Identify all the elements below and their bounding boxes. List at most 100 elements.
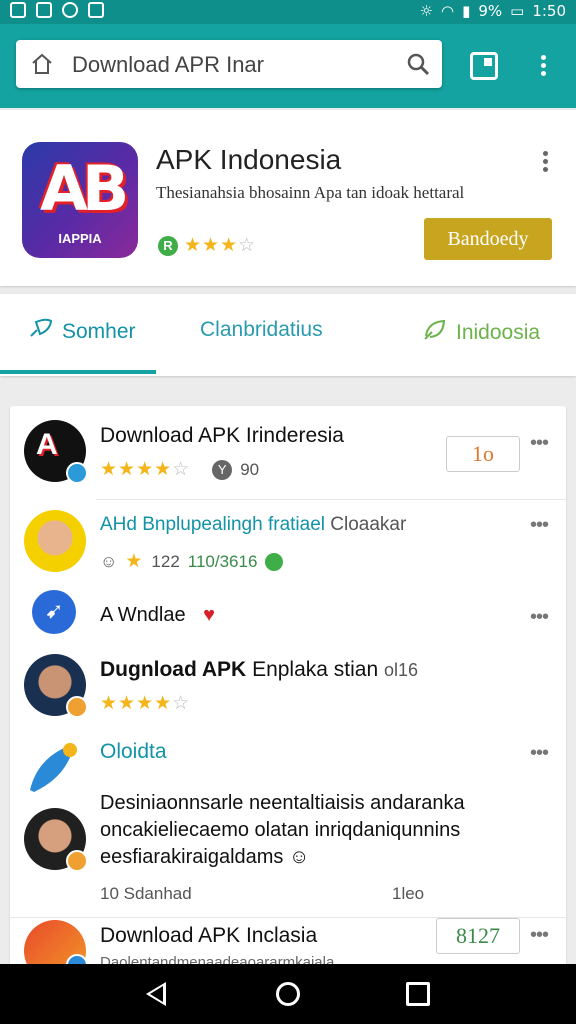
list-item[interactable]: ➹ A Wndlae ♥ •••: [10, 590, 566, 642]
item-title: A Wndlae ♥: [100, 604, 215, 627]
app-rating-stars: ★★★☆: [184, 235, 257, 256]
app-title: APK Indonesia: [156, 144, 342, 175]
item-menu-icon[interactable]: •••: [530, 514, 549, 537]
app-rating: R ★★★☆: [158, 234, 256, 257]
item-text-line: eesfiarakiraigaldams ☺: [100, 844, 465, 871]
list-item[interactable]: AHd Bnplupealingh fratiael Cloaakar ☺ ★ …: [10, 500, 566, 590]
rocket-icon: [28, 318, 54, 346]
item-title: Dugnload APK Enplaka stian ol16: [100, 658, 418, 682]
list-item[interactable]: Dugnload APK Enplaka stian ol16 ★★★★☆: [10, 642, 566, 732]
battery-percent: 9%: [478, 2, 503, 20]
tabs-switcher-icon[interactable]: [470, 52, 498, 80]
item-rating-value: 122: [151, 551, 180, 571]
item-action-button[interactable]: 8127: [436, 918, 520, 954]
category-tabs: Somher Clanbridatius Inidoosia: [0, 294, 576, 376]
rating-badge: R: [158, 235, 178, 256]
search-box[interactable]: [16, 40, 442, 88]
avatar: ➹: [32, 590, 76, 634]
app-header-card: AB IAPPIA APK Indonesia Thesianahsia bho…: [0, 110, 576, 286]
alarm-icon: ☼: [419, 2, 433, 20]
home-button-icon[interactable]: [276, 982, 300, 1006]
check-icon: [265, 552, 284, 571]
tab-somher[interactable]: Somher: [28, 318, 136, 346]
item-meta: ☺ ★ 122 110/3616: [100, 550, 284, 573]
image-notification-icon: [10, 2, 26, 18]
item-meta: ★★★★☆: [100, 692, 190, 715]
item-text-line: Desiniaonnsarle neentaltiaisis andaranka: [100, 792, 465, 814]
item-title: Oloidta: [100, 740, 167, 763]
tab-inidoosia[interactable]: Inidoosia: [422, 318, 540, 348]
system-icons: ☼ ◠ ▮ 9% ▭ 1:50: [420, 2, 566, 20]
item-title: Download APK Inclasia: [100, 924, 317, 948]
app-logo-mark: AB: [40, 152, 129, 225]
badge-icon: [66, 696, 88, 718]
list-item[interactable]: A Download APK Irinderesia ★★★★☆ Y 90 1o…: [10, 406, 566, 500]
item-rating-star: ★: [125, 551, 144, 572]
compass-notification-icon: [62, 2, 78, 18]
download-button[interactable]: Bandoedy: [424, 218, 552, 260]
item-description: Desiniaonnsarle neentaltiaisis andaranka…: [100, 790, 465, 871]
overflow-menu-icon[interactable]: [541, 52, 547, 79]
avatar: [24, 920, 88, 966]
item-meta-value: ol16: [384, 660, 419, 680]
tab-inidoosia-label: Inidoosia: [456, 321, 541, 344]
avatar: [24, 510, 86, 572]
item-footer-left: 10 Sdanhad: [100, 884, 192, 903]
item-menu-icon[interactable]: •••: [530, 924, 549, 947]
tab-clanbridatius-label: Clanbridatius: [200, 318, 323, 341]
gallery-notification-icon: [36, 2, 52, 18]
item-meta-value: 90: [240, 459, 260, 479]
clock: 1:50: [532, 2, 566, 20]
y-badge-icon: Y: [212, 459, 233, 480]
badge-icon: [66, 850, 88, 872]
item-menu-icon[interactable]: •••: [530, 742, 549, 765]
item-title-rest: Enplaka stian: [252, 658, 379, 681]
notification-icons: [10, 2, 104, 18]
app-logo: AB IAPPIA: [22, 142, 138, 258]
avatar: [24, 736, 86, 798]
item-title-text: Download APK: [100, 924, 241, 947]
tab-clanbridatius[interactable]: Clanbridatius: [200, 318, 323, 342]
avatar: [24, 808, 88, 872]
item-rating-stars: ★★★★☆: [100, 459, 191, 480]
heart-icon: ♥: [203, 604, 216, 626]
item-title: Download APK Irinderesia: [100, 424, 344, 447]
list-item[interactable]: Oloidta •••: [10, 732, 566, 798]
search-input[interactable]: [70, 48, 394, 82]
item-text-line: oncakieliecaemo olatan inriqdaniqunnins: [100, 819, 461, 841]
item-title-text: AHd Bnplupealingh fratiael: [100, 514, 325, 535]
item-action-button[interactable]: 1o: [446, 436, 520, 472]
search-icon[interactable]: [406, 52, 430, 81]
item-meta-value: 110/3616: [187, 551, 258, 571]
battery-icon: ▭: [510, 2, 525, 20]
bird-icon: ➹: [45, 598, 64, 623]
emoji-icon: ☺: [100, 551, 118, 571]
verified-icon: [66, 462, 88, 484]
system-navigation-bar: [0, 964, 576, 1024]
app-description: Thesianahsia bhosainn Apa tan idoak hett…: [156, 183, 465, 202]
app-menu-icon[interactable]: [543, 148, 549, 175]
list-item[interactable]: Download APK Inclasia Daolentandmenaadea…: [10, 916, 566, 966]
home-icon[interactable]: [30, 52, 54, 81]
tab-somher-label: Somher: [62, 320, 136, 343]
item-menu-icon[interactable]: •••: [530, 606, 549, 629]
item-title-suffix: Cloaakar: [330, 514, 407, 535]
rocket-icon: [30, 743, 77, 792]
active-tab-indicator: [0, 370, 156, 374]
browser-toolbar: [0, 24, 576, 108]
item-menu-icon[interactable]: •••: [530, 432, 549, 455]
signal-icon: ▮: [462, 2, 471, 20]
back-icon[interactable]: [146, 982, 166, 1006]
smile-emoji-icon: ☺: [288, 846, 310, 868]
recent-apps-icon[interactable]: [406, 982, 430, 1006]
item-title-text: A Wndlae: [100, 604, 186, 626]
app-logo-caption: IAPPIA: [58, 231, 102, 246]
item-text-line-text: eesfiarakiraigaldams: [100, 846, 284, 868]
leaf-icon: [422, 318, 448, 348]
item-title: AHd Bnplupealingh fratiael Cloaakar: [100, 514, 406, 536]
item-footer-right: 1leo: [392, 884, 425, 903]
app-list: A Download APK Irinderesia ★★★★☆ Y 90 1o…: [10, 406, 566, 966]
list-item: Desiniaonnsarle neentaltiaisis andaranka…: [10, 792, 566, 918]
item-meta: ★★★★☆ Y 90: [100, 458, 259, 481]
item-title-rest: Inclasia: [245, 924, 318, 947]
